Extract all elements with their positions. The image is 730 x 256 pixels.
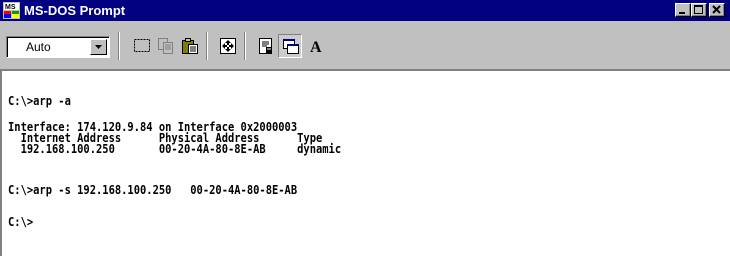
font-size-value: Auto <box>26 40 51 54</box>
toolbar-separator <box>206 32 208 60</box>
font-button-label: A <box>310 39 322 55</box>
font-size-dropdown[interactable]: Auto <box>6 36 110 58</box>
toolbar-separator <box>118 32 120 60</box>
full-screen-icon <box>220 38 236 54</box>
console-prompt: C:\> <box>8 215 34 229</box>
paste-icon <box>182 38 198 54</box>
msdos-window: MS MS-DOS Prompt Auto A C:\>arp -a Inter… <box>0 0 730 256</box>
background-button[interactable] <box>278 34 302 58</box>
paste-button[interactable] <box>178 34 202 58</box>
svg-text:MS: MS <box>5 4 16 11</box>
copy-button[interactable] <box>154 34 178 58</box>
console-area[interactable]: C:\>arp -a Interface: 174.120.9.84 on In… <box>0 69 730 256</box>
chevron-down-icon <box>95 45 102 49</box>
console-line: C:\>arp -s 192.168.100.250 00-20-4A-80-8… <box>8 183 298 197</box>
close-icon <box>712 5 721 14</box>
properties-button[interactable] <box>254 34 278 58</box>
font-button[interactable]: A <box>304 34 328 58</box>
maximize-button[interactable] <box>691 3 707 17</box>
full-screen-button[interactable] <box>216 34 240 58</box>
font-icon: A <box>310 39 322 55</box>
mark-icon <box>134 39 150 52</box>
maximize-icon <box>694 5 703 14</box>
close-button[interactable] <box>709 3 725 17</box>
copy-icon <box>158 38 173 54</box>
minimize-button[interactable] <box>675 3 691 17</box>
mark-button[interactable] <box>130 34 154 58</box>
properties-icon <box>259 38 272 54</box>
title-bar[interactable]: MS MS-DOS Prompt <box>0 0 730 21</box>
background-icon <box>283 39 299 54</box>
dropdown-arrow-button[interactable] <box>90 39 107 55</box>
console-line: 192.168.100.250 00-20-4A-80-8E-AB dynami… <box>8 142 342 156</box>
console-line: C:\>arp -a <box>8 94 71 108</box>
minimize-icon <box>679 12 685 14</box>
msdos-app-icon: MS <box>3 2 20 19</box>
toolbar-separator <box>244 32 246 60</box>
window-title: MS-DOS Prompt <box>24 3 126 18</box>
